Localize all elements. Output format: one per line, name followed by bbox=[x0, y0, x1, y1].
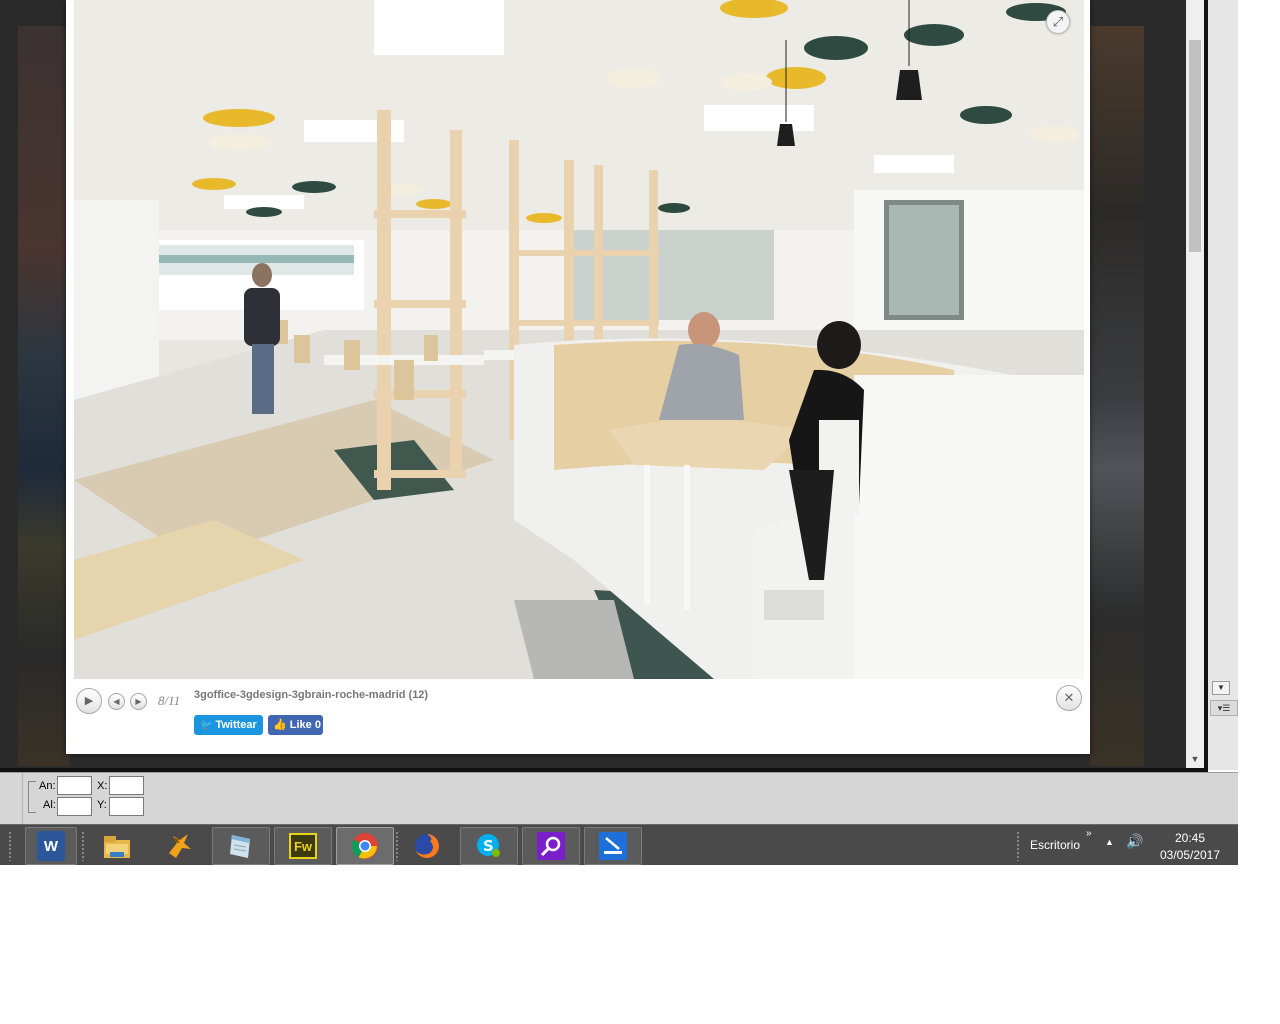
previous-image-button[interactable]: ◀ bbox=[108, 693, 125, 710]
show-hidden-icons-icon[interactable]: ▲ bbox=[1105, 837, 1114, 847]
taskbar-scanner-button[interactable] bbox=[584, 827, 642, 865]
fireworks-icon: Fw bbox=[289, 833, 317, 859]
like-label: Like 0 bbox=[289, 719, 321, 731]
next-image-button[interactable]: ▶ bbox=[130, 693, 147, 710]
properties-bar: An: X: Al: Y: bbox=[0, 772, 1238, 825]
panel-dropdown-button[interactable]: ▼ bbox=[1212, 681, 1230, 695]
panel-menu-button[interactable]: ▾☰ bbox=[1210, 700, 1238, 716]
taskbar-grip-4[interactable] bbox=[1016, 831, 1020, 861]
desktop-toolbar-label[interactable]: Escritorio bbox=[1030, 838, 1080, 852]
fireworks-icon-label: Fw bbox=[293, 838, 313, 854]
speaker-icon[interactable]: 🔊 bbox=[1126, 833, 1143, 850]
expand-icon[interactable]: ⤢ bbox=[1046, 10, 1070, 34]
link-proportions-icon[interactable] bbox=[28, 781, 36, 813]
width-label: An: bbox=[39, 780, 56, 792]
gallery-photo[interactable] bbox=[74, 0, 1084, 679]
y-field[interactable] bbox=[109, 797, 144, 816]
width-field[interactable] bbox=[57, 776, 92, 795]
file-explorer-icon bbox=[102, 831, 132, 861]
chevron-right-icon[interactable]: » bbox=[1086, 828, 1092, 839]
taskbar-fireworks-button[interactable]: Fw bbox=[274, 827, 332, 865]
x-field[interactable] bbox=[109, 776, 144, 795]
play-slideshow-button[interactable]: ▶ bbox=[76, 688, 102, 714]
office-interior-photo bbox=[74, 0, 1084, 679]
x-label: X: bbox=[97, 780, 108, 792]
clock-date[interactable]: 03/05/2017 bbox=[1156, 848, 1224, 862]
taskbar-search-app-button[interactable] bbox=[522, 827, 580, 865]
tweet-label: Twittear bbox=[215, 719, 257, 731]
scroll-down-arrow-icon[interactable]: ▼ bbox=[1187, 752, 1203, 766]
taskbar-grip[interactable] bbox=[8, 831, 12, 861]
skype-icon: S bbox=[474, 831, 504, 861]
taskbar-explorer-button[interactable] bbox=[88, 827, 146, 865]
taskbar-chrome-button[interactable] bbox=[336, 827, 394, 865]
taskbar-word-button[interactable]: W bbox=[25, 827, 77, 865]
height-field[interactable] bbox=[57, 797, 92, 816]
height-label: Al: bbox=[43, 799, 56, 811]
lightbox-controls: ▶ ◀ ▶ 8/11 3goffice-3gdesign-3gbrain-roc… bbox=[74, 683, 1084, 749]
thumbs-up-icon: 👍 bbox=[273, 719, 287, 731]
taskbar-skype-button[interactable]: S bbox=[460, 827, 518, 865]
word-icon: W bbox=[37, 831, 65, 861]
tweet-button[interactable]: 🐦 Twittear bbox=[194, 715, 263, 735]
firefox-icon bbox=[412, 831, 442, 861]
facebook-like-button[interactable]: 👍 Like 0 bbox=[268, 715, 323, 735]
window-border bbox=[1204, 0, 1208, 772]
y-label: Y: bbox=[97, 799, 107, 811]
close-lightbox-button[interactable]: ✕ bbox=[1056, 685, 1082, 711]
twitter-bird-icon: 🐦 bbox=[200, 720, 213, 731]
scanner-icon bbox=[599, 832, 627, 860]
taskbar-notepad-button[interactable] bbox=[212, 827, 270, 865]
svg-text:x: x bbox=[174, 836, 180, 846]
search-app-icon bbox=[537, 832, 565, 860]
taskbar-grip-2[interactable] bbox=[81, 831, 85, 861]
taskbar-firefox-button[interactable] bbox=[398, 827, 456, 865]
chrome-icon bbox=[350, 831, 380, 861]
app-x-icon: x bbox=[164, 831, 194, 861]
backdrop-image-right bbox=[1090, 26, 1144, 766]
clock-time[interactable]: 20:45 bbox=[1160, 831, 1220, 845]
image-counter: 8/11 bbox=[158, 693, 181, 708]
word-icon-label: W bbox=[43, 837, 59, 855]
desktop-screen: ▼ ▼ ▾☰ ⤢ ▶ ◀ ▶ 8/11 3goffice-3gdesign-3g… bbox=[0, 0, 1280, 1024]
taskbar: W x Fw S Escritorio » ▲ 🔊 20:45 03/05/20… bbox=[0, 824, 1238, 865]
taskbar-app-x-button[interactable]: x bbox=[150, 827, 208, 865]
panel-grip[interactable] bbox=[22, 773, 24, 825]
scrollbar-thumb[interactable] bbox=[1189, 40, 1201, 252]
backdrop-image-left bbox=[18, 26, 70, 766]
image-caption: 3goffice-3gdesign-3gbrain-roche-madrid (… bbox=[194, 689, 429, 701]
notepad-icon bbox=[226, 831, 256, 861]
